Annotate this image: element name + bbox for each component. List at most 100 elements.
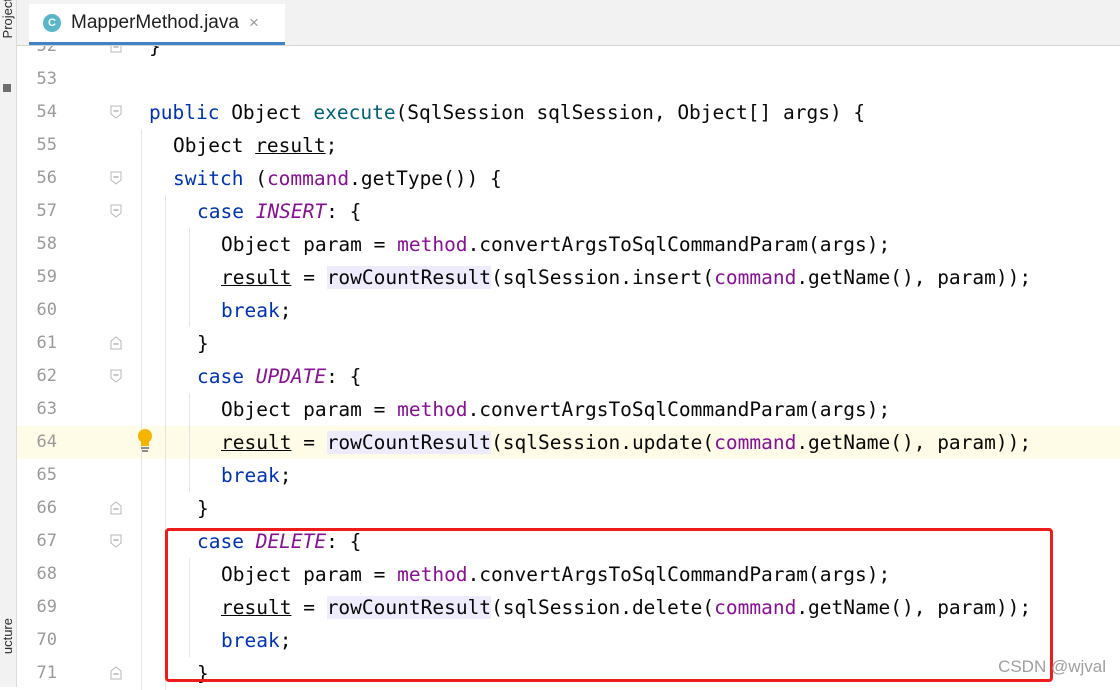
code-token: case — [197, 365, 256, 388]
code-token: ; — [279, 464, 292, 487]
csdn-watermark: CSDN @wjval — [998, 657, 1106, 676]
code-line-56[interactable]: 56 switch (command.getType()) { — [17, 162, 1120, 195]
code-line-60[interactable]: 60 break; — [17, 294, 1120, 327]
code-token: : { — [326, 365, 362, 388]
code-token: ; — [279, 299, 292, 322]
code-token: (sqlSession.insert( — [491, 266, 715, 289]
code-line-64[interactable]: 64 result = rowCountResult(sqlSession.upd… — [17, 426, 1120, 459]
line-number: 58 — [36, 234, 57, 254]
code-line-62[interactable]: 62 case UPDATE: { — [17, 360, 1120, 393]
indent-guide — [141, 129, 142, 690]
code-line-54[interactable]: 54 public Object execute(SqlSession sqlSe… — [17, 96, 1120, 129]
line-number: 61 — [36, 333, 57, 353]
line-number: 54 — [36, 102, 57, 122]
code-text: Object param = method.convertArgsToSqlCo… — [221, 228, 890, 261]
code-text: } — [197, 327, 209, 360]
code-line-63[interactable]: 63 Object param = method.convertArgsToSql… — [17, 393, 1120, 426]
fold-marker-icon[interactable] — [110, 534, 122, 548]
line-number: 66 — [36, 498, 57, 518]
line-number: 57 — [36, 201, 57, 221]
tab-mappermethod-java[interactable]: C MapperMethod.java × — [29, 4, 285, 45]
line-number: 56 — [36, 168, 57, 188]
line-number: 60 — [36, 300, 57, 320]
code-token: Object — [219, 101, 314, 124]
fold-marker-icon[interactable] — [110, 336, 122, 350]
code-token: UPDATE — [255, 365, 327, 388]
code-token: method — [397, 398, 468, 421]
code-token: .convertArgsToSqlCommandParam(args); — [467, 398, 891, 421]
code-line-53[interactable]: 53 — [17, 63, 1120, 96]
code-token: break — [221, 464, 280, 487]
java-class-icon: C — [43, 14, 61, 32]
code-token: break — [221, 299, 280, 322]
code-token: rowCountResult — [326, 266, 492, 289]
code-token: .getType()) { — [349, 167, 502, 190]
line-number: 68 — [36, 564, 57, 584]
code-line-55[interactable]: 55 Object result; — [17, 129, 1120, 162]
line-number: 63 — [36, 399, 57, 419]
code-text: switch (command.getType()) { — [173, 162, 502, 195]
code-line-58[interactable]: 58 Object param = method.convertArgsToSql… — [17, 228, 1120, 261]
code-token: command — [266, 167, 350, 190]
code-token: = — [291, 266, 327, 289]
red-annotation-box — [165, 528, 1053, 682]
structure-tool-button[interactable]: ucture — [0, 618, 16, 678]
code-text: Object param = method.convertArgsToSqlCo… — [221, 393, 890, 426]
code-token: result — [255, 134, 326, 157]
code-text: result = rowCountResult(sqlSession.inser… — [221, 261, 1031, 294]
fold-marker-icon[interactable] — [110, 171, 122, 185]
fold-marker-icon[interactable] — [110, 105, 122, 119]
code-text: break; — [221, 459, 291, 492]
line-number: 70 — [36, 630, 57, 650]
line-number: 64 — [36, 432, 57, 452]
code-line-57[interactable]: 57 case INSERT: { — [17, 195, 1120, 228]
code-token: method — [397, 233, 468, 256]
fold-marker-icon[interactable] — [110, 204, 122, 218]
code-token: : { — [326, 200, 362, 223]
code-token: execute — [313, 101, 396, 124]
code-token: result — [221, 431, 292, 454]
line-number: 62 — [36, 366, 57, 386]
code-token: = — [291, 431, 327, 454]
code-line-65[interactable]: 65 break; — [17, 459, 1120, 492]
line-number: 59 — [36, 267, 57, 287]
line-number: 69 — [36, 597, 57, 617]
close-tab-icon[interactable]: × — [249, 13, 259, 33]
lightbulb-intention-icon[interactable] — [136, 428, 154, 452]
fold-marker-icon[interactable] — [110, 501, 122, 515]
fold-marker-icon[interactable] — [110, 666, 122, 680]
code-token: command — [714, 266, 797, 289]
code-token: ; — [325, 134, 338, 157]
code-token: (SqlSession sqlSession, Object[] args) { — [395, 101, 866, 124]
code-text: break; — [221, 294, 291, 327]
code-token: ( — [243, 167, 267, 190]
code-token: Object — [173, 134, 256, 157]
code-token: case — [197, 200, 256, 223]
code-token: .convertArgsToSqlCommandParam(args); — [467, 233, 891, 256]
project-tool-button[interactable]: Project — [0, 0, 16, 58]
code-text: Object result; — [173, 129, 337, 162]
editor-tab-bar: C MapperMethod.java × — [17, 0, 1120, 46]
code-token: command — [714, 431, 797, 454]
code-text: result = rowCountResult(sqlSession.updat… — [221, 426, 1031, 459]
line-number: 67 — [36, 531, 57, 551]
line-number: 55 — [36, 135, 57, 155]
code-text: case INSERT: { — [197, 195, 361, 228]
left-tool-strip: Project ucture — [0, 0, 17, 687]
code-token: Object param = — [221, 233, 398, 256]
code-text: case UPDATE: { — [197, 360, 361, 393]
code-token: INSERT — [255, 200, 327, 223]
code-line-59[interactable]: 59 result = rowCountResult(sqlSession.ins… — [17, 261, 1120, 294]
code-line-66[interactable]: 66} — [17, 492, 1120, 525]
code-line-61[interactable]: 61} — [17, 327, 1120, 360]
code-token: .getName(), param)); — [796, 431, 1032, 454]
code-token: .getName(), param)); — [796, 266, 1032, 289]
fold-marker-icon[interactable] — [110, 369, 122, 383]
code-token: result — [221, 266, 292, 289]
code-token: (sqlSession.update( — [491, 431, 715, 454]
line-number: 53 — [36, 69, 57, 89]
code-token: } — [197, 332, 209, 355]
code-token: } — [197, 497, 209, 520]
code-token: rowCountResult — [326, 431, 492, 454]
line-number: 71 — [36, 663, 57, 683]
